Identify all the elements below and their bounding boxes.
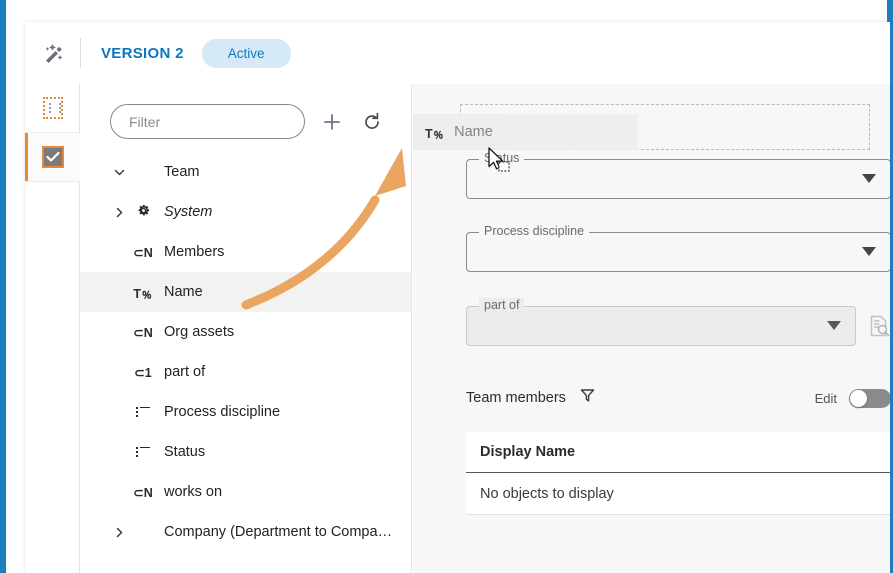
tree-item-label: System (164, 204, 213, 220)
text-t-icon: T﹪ (133, 286, 153, 301)
tree-item-label: Status (164, 444, 206, 460)
edit-toggle[interactable] (849, 388, 890, 408)
subset-1-icon: ⊂1 (134, 365, 152, 380)
chevron-down-icon (827, 317, 841, 335)
tree-item-system[interactable]: System (80, 192, 411, 232)
header-divider (80, 38, 81, 68)
subset-n-icon: ⊂N (133, 485, 153, 500)
list-icon (136, 406, 150, 418)
tree-chevron[interactable] (108, 206, 130, 219)
tree-item-label: works on (164, 484, 223, 500)
tree-panel: Team System ⊂N Members T﹪ Name ⊂N Org assets ⊂1 p… (80, 84, 412, 573)
tree-item-org-assets[interactable]: ⊂N Org assets (80, 312, 411, 352)
app-surface: VERSION 2 Active Filter Team System ⊂N M… (25, 22, 890, 573)
chevron-down-icon (114, 169, 124, 175)
tree-item-status[interactable]: Status (80, 432, 411, 472)
process-discipline-dropdown[interactable]: Process discipline (466, 224, 890, 272)
table-header-display-name: Display Name (466, 432, 890, 473)
document-search-icon[interactable] (867, 314, 890, 338)
list-icon (136, 446, 150, 458)
tree-chevron[interactable] (108, 166, 130, 179)
tree-item-label: Team (164, 164, 200, 180)
tree-item-team[interactable]: Team (80, 152, 411, 192)
magic-wand-icon[interactable] (25, 22, 80, 84)
team-members-header: Team members Edit (466, 386, 890, 410)
window-root: VERSION 2 Active Filter Team System ⊂N M… (0, 0, 893, 573)
team-members-title: Team members (466, 390, 566, 406)
process-discipline-label: Process discipline (479, 224, 590, 238)
chevron-down-icon (862, 243, 876, 261)
funnel-icon[interactable] (580, 388, 595, 408)
app-header: VERSION 2 Active (25, 22, 890, 84)
toggle-knob (850, 389, 867, 407)
tree-item-label: Company (Department to Compa… (164, 524, 393, 540)
tree-item-label: Name (164, 284, 203, 300)
chevron-right-icon (116, 527, 122, 537)
status-dropdown[interactable]: Status (466, 151, 890, 199)
refresh-icon[interactable] (359, 109, 385, 135)
drag-ghost-chip: T﹪ Name (413, 114, 638, 150)
part-of-dropdown: part of (466, 298, 856, 346)
status-label: Status (479, 151, 525, 165)
tree-item-name[interactable]: T﹪ Name (80, 272, 411, 312)
rail-item-attributes[interactable] (25, 133, 80, 182)
tree-chevron[interactable] (108, 526, 130, 539)
text-t-icon: T﹪ (425, 126, 445, 141)
tree-item-label: part of (164, 364, 206, 380)
chevron-right-icon (116, 207, 122, 217)
version-label: VERSION 2 (101, 44, 184, 62)
tree-item-label: Process discipline (164, 404, 281, 420)
filter-input[interactable] (110, 104, 305, 139)
team-members-table: Display Name No objects to display (466, 432, 890, 515)
dotted-square-icon (42, 97, 63, 119)
tree-item-label: Members (164, 244, 225, 260)
part-of-label: part of (479, 298, 525, 312)
attribute-tree: Team System ⊂N Members T﹪ Name ⊂N Org assets ⊂1 p… (80, 144, 411, 552)
table-empty-message: No objects to display (480, 485, 614, 502)
detail-panel: T﹪ Name Status Process discipline part o… (413, 84, 890, 573)
icon-rail (25, 84, 80, 573)
window-border-left (3, 0, 6, 573)
status-badge: Active (201, 38, 291, 68)
tree-toolbar (80, 84, 411, 144)
rail-item-objects[interactable] (25, 84, 80, 133)
tree-item-process-discipline[interactable]: Process discipline (80, 392, 411, 432)
tree-item-label: Org assets (164, 324, 235, 340)
add-button[interactable] (319, 109, 345, 135)
tree-item-company-department-to-compa[interactable]: Company (Department to Compa… (80, 512, 411, 552)
chevron-down-icon (862, 170, 876, 188)
subset-n-icon: ⊂N (133, 245, 153, 260)
gear-icon (136, 203, 151, 222)
checkbox-checked-icon (41, 146, 64, 168)
tree-item-works-on[interactable]: ⊂N works on (80, 472, 411, 512)
tree-item-part-of[interactable]: ⊂1 part of (80, 352, 411, 392)
edit-label: Edit (814, 390, 837, 406)
subset-n-icon: ⊂N (133, 325, 153, 340)
drag-ghost-label: Name (454, 124, 493, 140)
tree-item-members[interactable]: ⊂N Members (80, 232, 411, 272)
